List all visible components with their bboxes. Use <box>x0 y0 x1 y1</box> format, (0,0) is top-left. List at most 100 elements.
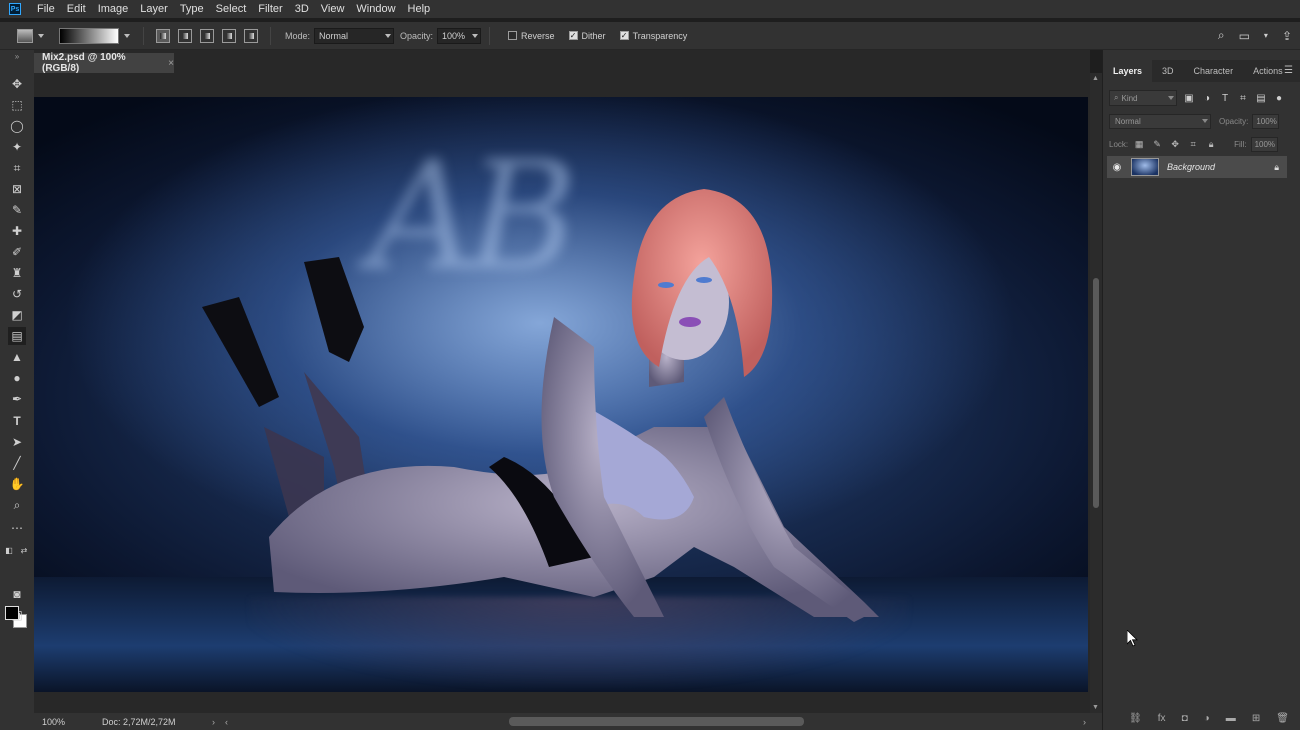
lock-all-icon[interactable]: 🔒︎ <box>1204 139 1218 150</box>
adjustment-layer-icon[interactable]: ◑ <box>1204 713 1210 724</box>
document-tab[interactable]: Mix2.psd @ 100% (RGB/8) × <box>34 52 174 74</box>
horizontal-scrollbar[interactable] <box>259 717 1089 726</box>
menu-filter[interactable]: Filter <box>252 0 288 18</box>
tab-character[interactable]: Character <box>1184 60 1244 82</box>
pixel-filter-icon[interactable]: ▣ <box>1183 92 1195 104</box>
canvas-image[interactable]: AB <box>34 97 1088 692</box>
reflected-gradient-button[interactable] <box>222 28 236 43</box>
menu-3d[interactable]: 3D <box>289 0 315 18</box>
menu-layer[interactable]: Layer <box>134 0 174 18</box>
dodge-tool-icon[interactable]: ● <box>8 369 26 387</box>
menu-image[interactable]: Image <box>92 0 135 18</box>
gradient-picker[interactable] <box>59 27 119 44</box>
scroll-left-icon[interactable]: ‹ <box>225 717 228 727</box>
menu-type[interactable]: Type <box>174 0 210 18</box>
menu-help[interactable]: Help <box>402 0 437 18</box>
radial-gradient-button[interactable] <box>178 28 192 43</box>
collapse-toolbar-icon[interactable]: » <box>8 52 26 61</box>
opacity-field[interactable]: 100% <box>437 27 482 44</box>
scrollbar-thumb[interactable] <box>509 717 804 726</box>
crop-tool-icon[interactable]: ⌗ <box>8 159 26 177</box>
diamond-gradient-button[interactable] <box>244 28 258 43</box>
layer-opacity-field[interactable]: 100% <box>1252 113 1280 129</box>
workspace-icon[interactable]: ▭ <box>1239 29 1250 43</box>
menu-select[interactable]: Select <box>210 0 253 18</box>
linear-gradient-button[interactable] <box>156 28 170 43</box>
menu-edit[interactable]: Edit <box>61 0 92 18</box>
default-colors-icon[interactable]: ◧ <box>3 541 15 559</box>
chevron-down-icon[interactable]: ▾ <box>1264 31 1268 40</box>
mode-select[interactable]: Normal <box>314 27 395 44</box>
blur-tool-icon[interactable]: ▲ <box>8 348 26 366</box>
lock-pixels-icon[interactable]: ✎ <box>1150 139 1164 150</box>
dither-checkbox[interactable]: ✓ <box>568 31 578 40</box>
lock-transparent-icon[interactable]: ▦ <box>1132 139 1146 150</box>
path-selection-tool-icon[interactable]: ➤ <box>8 433 26 451</box>
magic-wand-tool-icon[interactable]: ✦ <box>8 138 26 156</box>
panel-menu-icon[interactable]: ☰ <box>1284 60 1293 82</box>
menu-view[interactable]: View <box>315 0 351 18</box>
line-tool-icon[interactable]: ╱ <box>8 454 26 472</box>
blend-mode-select[interactable]: Normal <box>1109 113 1211 129</box>
scroll-down-icon[interactable]: ▼ <box>1092 704 1099 711</box>
new-layer-icon[interactable]: ⊞ <box>1252 713 1260 724</box>
new-group-icon[interactable]: ▬ <box>1226 713 1236 724</box>
tab-3d[interactable]: 3D <box>1152 60 1184 82</box>
share-icon[interactable]: ⇪ <box>1282 29 1292 43</box>
history-brush-tool-icon[interactable]: ↺ <box>8 285 26 303</box>
type-filter-icon[interactable]: T <box>1219 92 1231 104</box>
tool-preset-picker[interactable] <box>17 28 33 43</box>
scroll-up-icon[interactable]: ▲ <box>1092 75 1099 82</box>
lock-artboard-icon[interactable]: ⌗ <box>1186 139 1200 150</box>
zoom-level[interactable]: 100% <box>42 717 102 727</box>
zoom-tool-icon[interactable]: ⌕ <box>8 496 26 514</box>
trash-icon[interactable]: 🗑︎ <box>1276 713 1289 724</box>
transparency-checkbox[interactable]: ✓ <box>619 31 629 40</box>
close-icon[interactable]: × <box>168 58 174 69</box>
link-layers-icon[interactable]: ⛓ <box>1129 713 1142 724</box>
scrollbar-thumb[interactable] <box>1093 278 1099 508</box>
lock-icon[interactable]: 🔒︎ <box>1274 162 1279 173</box>
frame-tool-icon[interactable]: ⊠ <box>8 180 26 198</box>
fill-field[interactable]: 100% <box>1250 136 1278 152</box>
type-tool-icon[interactable]: T <box>8 412 26 430</box>
status-menu-icon[interactable]: › <box>212 717 215 727</box>
tab-layers[interactable]: Layers <box>1103 60 1153 82</box>
chevron-down-icon[interactable] <box>38 33 44 38</box>
vertical-scrollbar[interactable]: ▲ ▼ <box>1090 73 1102 713</box>
hand-tool-icon[interactable]: ✋ <box>8 475 26 493</box>
lock-position-icon[interactable]: ✥ <box>1168 139 1182 150</box>
clone-stamp-tool-icon[interactable]: ♜ <box>8 264 26 282</box>
move-tool-icon[interactable]: ✥ <box>8 75 26 93</box>
menu-file[interactable]: File <box>31 0 61 18</box>
more-tools-icon[interactable]: ⋯ <box>8 519 26 537</box>
chevron-down-icon[interactable] <box>124 33 130 38</box>
eye-icon[interactable]: ◉ <box>1107 162 1127 173</box>
swap-colors-icon[interactable]: ⇄ <box>18 541 30 559</box>
pen-tool-icon[interactable]: ✒ <box>8 390 26 408</box>
healing-brush-tool-icon[interactable]: ✚ <box>8 222 26 240</box>
scroll-right-icon[interactable]: › <box>1083 717 1086 727</box>
fx-icon[interactable]: fx <box>1158 713 1166 724</box>
add-mask-icon[interactable]: ◘ <box>1182 713 1188 724</box>
kind-filter-select[interactable]: ⌕ Kind <box>1109 90 1177 106</box>
search-icon: ⌕ <box>1114 93 1119 102</box>
menu-window[interactable]: Window <box>350 0 401 18</box>
brush-tool-icon[interactable]: ✐ <box>8 243 26 261</box>
foreground-color-swatch[interactable] <box>5 606 19 620</box>
reverse-checkbox[interactable] <box>508 31 518 40</box>
adjustment-filter-icon[interactable]: ◑ <box>1201 92 1213 104</box>
angle-gradient-button[interactable] <box>200 28 214 43</box>
search-icon[interactable]: ⌕ <box>1218 28 1225 43</box>
layer-row[interactable]: ◉ Background 🔒︎ <box>1107 156 1287 178</box>
gradient-tool-icon[interactable]: ▤ <box>8 327 26 345</box>
smart-object-filter-icon[interactable]: ▤ <box>1255 92 1267 104</box>
canvas-area[interactable]: AB <box>34 73 1090 713</box>
shape-filter-icon[interactable]: ⌗ <box>1237 92 1249 104</box>
eraser-tool-icon[interactable]: ◩ <box>8 306 26 324</box>
quick-mask-icon[interactable]: ◙ <box>8 585 26 603</box>
filter-toggle-icon[interactable]: ● <box>1273 92 1285 104</box>
eyedropper-tool-icon[interactable]: ✎ <box>8 201 26 219</box>
marquee-tool-icon[interactable]: ⬚ <box>8 96 26 114</box>
lasso-tool-icon[interactable]: ◯ <box>8 117 26 135</box>
